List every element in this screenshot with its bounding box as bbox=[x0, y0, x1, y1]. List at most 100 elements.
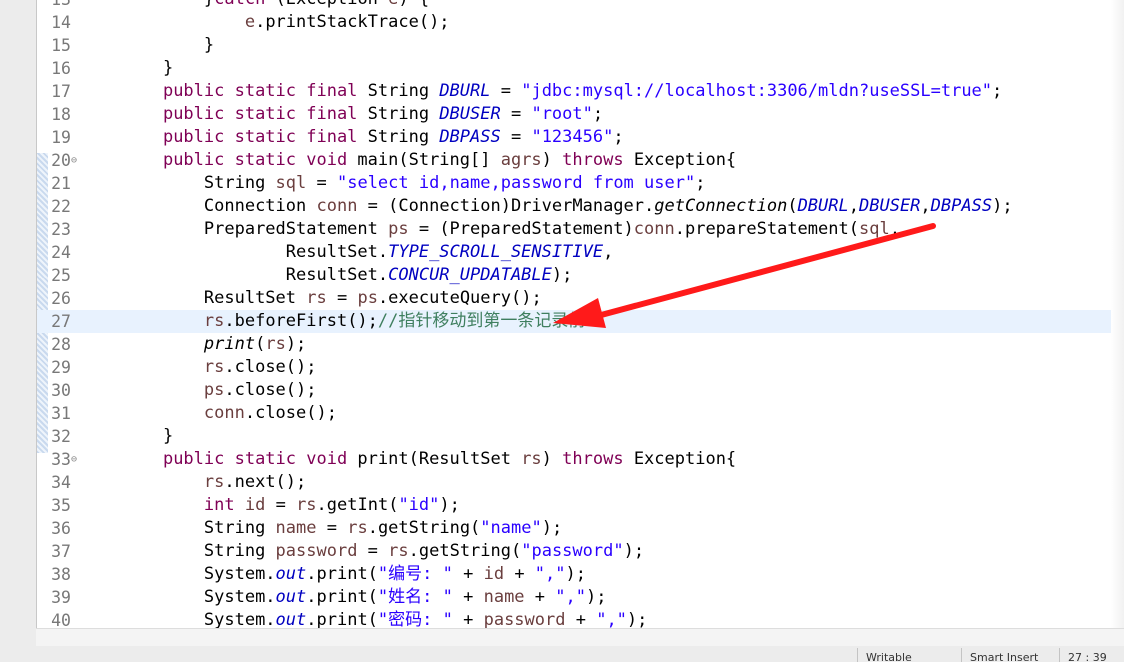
code-line[interactable]: 37 String password = rs.getString("passw… bbox=[37, 540, 1124, 563]
line-number: 25 bbox=[51, 266, 71, 285]
code-token: getConnection bbox=[654, 196, 788, 216]
code-line[interactable]: 13 }catch (Exception e) { bbox=[37, 0, 1124, 11]
code-token: + bbox=[452, 587, 484, 607]
code-token: rs bbox=[347, 518, 368, 538]
code-lines[interactable]: 13 }catch (Exception e) {14 e.printStack… bbox=[37, 0, 1124, 632]
code-token: print(ResultSet bbox=[347, 449, 522, 469]
code-token: rs bbox=[306, 288, 327, 308]
code-token: String bbox=[357, 104, 440, 124]
code-text: ResultSet.TYPE_SCROLL_SENSITIVE, bbox=[122, 241, 614, 264]
code-token: String bbox=[203, 518, 276, 538]
code-line[interactable]: 18 public static final String DBUSER = "… bbox=[37, 103, 1124, 126]
horizontal-scrollbar[interactable] bbox=[36, 628, 1124, 646]
line-number: 20 bbox=[51, 151, 71, 170]
code-line[interactable]: 16 } bbox=[37, 57, 1124, 80]
code-line[interactable]: 20 ⊖ public static void main(String[] agr… bbox=[37, 149, 1124, 172]
code-line[interactable]: 38 System.out.print("编号: " + id + ","); bbox=[37, 563, 1124, 586]
code-token: catch bbox=[214, 0, 265, 9]
code-token: "id" bbox=[398, 495, 440, 515]
code-token: "姓名: " bbox=[377, 587, 453, 607]
code-token: ); bbox=[439, 495, 460, 515]
code-token: , bbox=[848, 196, 859, 216]
code-line[interactable]: 30 ps.close(); bbox=[37, 379, 1124, 402]
code-line[interactable]: 28 print(rs); bbox=[37, 333, 1124, 356]
code-editor[interactable]: 13 }catch (Exception e) {14 e.printStack… bbox=[36, 0, 1124, 646]
code-token: String bbox=[357, 81, 440, 101]
code-line[interactable]: 22 Connection conn = (Connection)DriverM… bbox=[37, 195, 1124, 218]
code-token: ); bbox=[585, 587, 607, 607]
code-token: ps bbox=[203, 380, 225, 400]
code-token: e bbox=[388, 0, 398, 9]
code-token: conn bbox=[316, 196, 358, 216]
code-token: out bbox=[275, 564, 307, 584]
code-token: //指针移动到第一条记录前 bbox=[377, 311, 586, 331]
code-token: sql bbox=[275, 173, 307, 193]
code-line[interactable]: 34 rs.next(); bbox=[37, 471, 1124, 494]
code-token: .print( bbox=[306, 564, 378, 584]
line-number: 23 bbox=[51, 220, 71, 239]
code-token: rs bbox=[203, 311, 225, 331]
code-line[interactable]: 36 String name = rs.getString("name"); bbox=[37, 517, 1124, 540]
code-line[interactable]: 32 } bbox=[37, 425, 1124, 448]
code-token: + bbox=[452, 564, 484, 584]
line-number: 33 bbox=[51, 450, 71, 469]
code-token: .beforeFirst(); bbox=[224, 311, 378, 331]
code-token: ps bbox=[357, 288, 378, 308]
code-line[interactable]: 39 System.out.print("姓名: " + name + ",")… bbox=[37, 586, 1124, 609]
code-token: .printStackTrace(); bbox=[255, 12, 450, 32]
code-token: = bbox=[326, 288, 358, 308]
code-token: password bbox=[275, 541, 358, 561]
fold-toggle-icon[interactable]: ⊖ bbox=[71, 448, 81, 471]
fold-toggle-icon[interactable]: ⊖ bbox=[71, 149, 81, 172]
code-line[interactable]: 33 ⊖ public static void print(ResultSet r… bbox=[37, 448, 1124, 471]
code-line[interactable]: 15 } bbox=[37, 34, 1124, 57]
code-text: public static void main(String[] agrs) t… bbox=[122, 149, 736, 172]
code-line[interactable]: 25 ResultSet.CONCUR_UPDATABLE); bbox=[37, 264, 1124, 287]
line-number: 19 bbox=[51, 128, 71, 147]
line-number: 30 bbox=[51, 381, 71, 400]
code-token: "," bbox=[596, 610, 627, 630]
code-token: + bbox=[504, 564, 535, 584]
code-line[interactable]: 26 ResultSet rs = ps.executeQuery(); bbox=[37, 287, 1124, 310]
code-line[interactable]: 23 PreparedStatement ps = (PreparedState… bbox=[37, 218, 1124, 241]
code-line[interactable]: 29 rs.close(); bbox=[37, 356, 1124, 379]
code-text: } bbox=[122, 425, 173, 448]
code-token: out bbox=[275, 587, 307, 607]
code-token: "select id,name,password from user" bbox=[336, 173, 696, 193]
code-text: String password = rs.getString("password… bbox=[122, 540, 644, 563]
code-token: ( bbox=[255, 334, 266, 354]
line-number: 22 bbox=[51, 197, 71, 216]
code-text: public static void print(ResultSet rs) t… bbox=[122, 448, 736, 471]
vertical-scrollbar[interactable] bbox=[1111, 0, 1124, 640]
code-token: DBPASS bbox=[439, 127, 501, 147]
code-token: ); bbox=[626, 610, 648, 630]
code-token: (Exception bbox=[265, 0, 388, 9]
code-token: ; bbox=[695, 173, 706, 193]
code-token: = bbox=[265, 495, 297, 515]
code-line[interactable]: 17 public static final String DBURL = "j… bbox=[37, 80, 1124, 103]
code-token: main(String[] bbox=[347, 150, 501, 170]
code-line[interactable]: 21 String sql = "select id,name,password… bbox=[37, 172, 1124, 195]
code-line[interactable]: 14 e.printStackTrace(); bbox=[37, 11, 1124, 34]
code-text: e.printStackTrace(); bbox=[122, 11, 450, 34]
code-token: name bbox=[275, 518, 317, 538]
code-text: rs.beforeFirst();//指针移动到第一条记录前 bbox=[122, 310, 586, 333]
code-token: ); bbox=[565, 564, 586, 584]
code-line[interactable]: 27 rs.beforeFirst();//指针移动到第一条记录前 bbox=[37, 310, 1124, 333]
code-line[interactable]: 31 conn.close(); bbox=[37, 402, 1124, 425]
code-line[interactable]: 24 ResultSet.TYPE_SCROLL_SENSITIVE, bbox=[37, 241, 1124, 264]
code-text: conn.close(); bbox=[122, 402, 337, 425]
code-token: DBPASS bbox=[930, 196, 993, 216]
code-token: } bbox=[162, 58, 174, 78]
code-token: ; bbox=[992, 81, 1003, 101]
line-number: 13 bbox=[37, 0, 71, 11]
code-line[interactable]: 19 public static final String DBPASS = "… bbox=[37, 126, 1124, 149]
code-line[interactable]: 35 int id = rs.getInt("id"); bbox=[37, 494, 1124, 517]
code-token: sql bbox=[858, 219, 890, 239]
